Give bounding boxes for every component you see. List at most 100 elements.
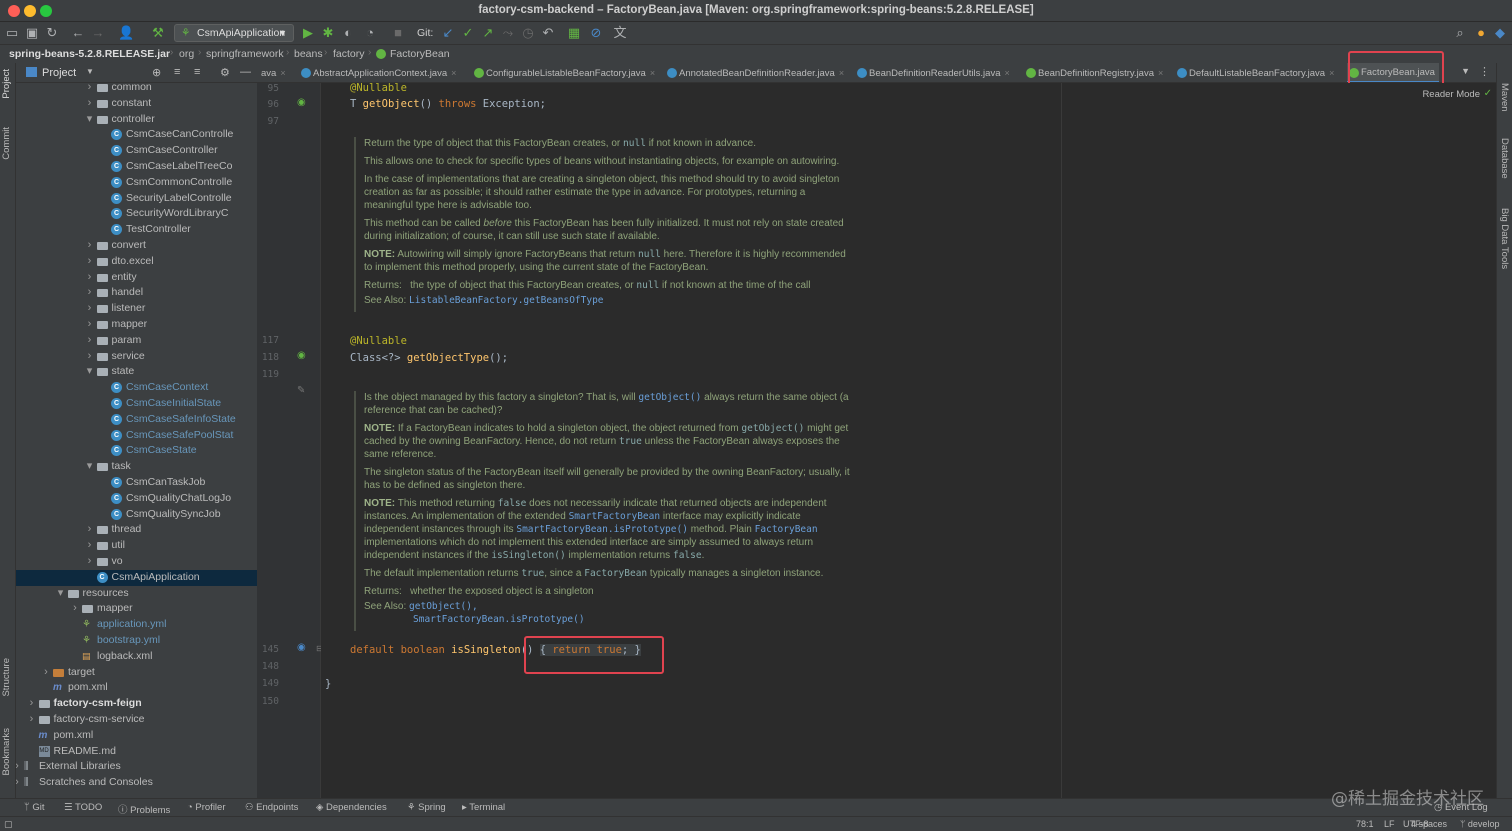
tool-tab-structure[interactable]: Structure — [1, 658, 12, 697]
tool-spring[interactable]: ⚘ Spring — [407, 802, 446, 813]
see-also-getobject-link[interactable]: getObject(), — [409, 601, 478, 612]
chevron-right-icon[interactable]: › — [85, 522, 95, 538]
getobject-link[interactable]: getObject() — [638, 392, 701, 403]
tree-item[interactable]: C CsmCaseState — [16, 443, 257, 459]
see-also-link[interactable]: ListableBeanFactory.getBeansOfType — [409, 295, 603, 306]
smartfactorybean-link[interactable]: SmartFactoryBean — [569, 511, 661, 522]
tool-dependencies[interactable]: ◈ Dependencies — [316, 802, 387, 813]
tree-item[interactable]: C CsmCommonControlle — [16, 175, 257, 191]
breadcrumb-org[interactable]: org — [179, 48, 194, 60]
chevron-right-icon[interactable]: › — [16, 759, 22, 775]
tool-profiler[interactable]: ◔ Profiler — [187, 802, 225, 813]
chevron-right-icon[interactable]: › — [41, 665, 51, 681]
tree-item[interactable]: › target — [16, 665, 257, 681]
chevron-right-icon[interactable]: › — [85, 349, 95, 365]
chevron-down-icon[interactable]: ▼ — [86, 67, 94, 76]
breadcrumb-factory[interactable]: factory — [333, 48, 365, 60]
search-icon[interactable]: ⌕ — [1452, 25, 1468, 41]
tree-item[interactable]: ▤ logback.xml — [16, 649, 257, 665]
locate-icon[interactable]: ⊕ — [152, 66, 161, 79]
coverage-report-icon[interactable]: ▦ — [566, 25, 582, 41]
tree-item[interactable]: C CsmCaseController — [16, 143, 257, 159]
tree-item[interactable]: C CsmQualityChatLogJo — [16, 491, 257, 507]
chevron-right-icon[interactable]: › — [85, 285, 95, 301]
chevron-right-icon[interactable]: › — [27, 712, 37, 728]
tree-item[interactable]: C CsmApiApplication — [16, 569, 257, 586]
git-history-icon[interactable]: ◷ — [520, 25, 536, 41]
editor-tab[interactable]: BeanDefinitionRegistry.java × — [1024, 63, 1172, 82]
breadcrumb-jar[interactable]: spring-beans-5.2.8.RELEASE.jar — [9, 48, 170, 60]
tree-item[interactable]: › dto.excel — [16, 254, 257, 270]
tree-item[interactable]: ›⫼ Scratches and Consoles — [16, 775, 257, 791]
tree-item[interactable]: › service — [16, 349, 257, 365]
git-update-icon[interactable]: ↙ — [440, 25, 456, 41]
git-rollback-icon[interactable]: ↶ — [540, 25, 556, 41]
chevron-right-icon[interactable]: › — [85, 538, 95, 554]
translate-icon[interactable]: 文 — [612, 25, 628, 41]
tree-item[interactable]: C TestController — [16, 222, 257, 238]
chevron-right-icon[interactable]: › — [85, 254, 95, 270]
close-icon[interactable]: × — [280, 68, 285, 78]
run-configuration-select[interactable]: ⚘ CsmApiApplication ▼ — [174, 24, 294, 42]
chevron-down-icon[interactable]: ▾ — [85, 459, 95, 475]
chevron-right-icon[interactable]: › — [85, 317, 95, 333]
indent-setting[interactable]: 4 spaces — [1411, 819, 1447, 829]
chevron-right-icon[interactable]: › — [85, 238, 95, 254]
close-icon[interactable]: × — [1158, 68, 1163, 78]
editor-tab[interactable]: ConfigurableListableBeanFactory.java × — [472, 63, 662, 82]
tool-tab-project[interactable]: Project — [1, 69, 12, 99]
tool-git[interactable]: ᛘ Git — [24, 802, 44, 813]
git-branch[interactable]: ᛘ develop — [1460, 819, 1499, 829]
close-icon[interactable]: × — [1005, 68, 1010, 78]
project-panel-title[interactable]: Project — [42, 67, 76, 79]
editor-tab[interactable]: BeanDefinitionReaderUtils.java × — [855, 63, 1021, 82]
tool-terminal[interactable]: ▸ Terminal — [462, 802, 505, 813]
gear-icon[interactable]: ⚙ — [220, 66, 230, 79]
tree-item[interactable]: › listener — [16, 301, 257, 317]
tree-item[interactable]: › constant — [16, 96, 257, 112]
chevron-down-icon[interactable]: ▾ — [85, 364, 95, 380]
tree-item[interactable]: C SecurityWordLibraryC — [16, 206, 257, 222]
close-icon[interactable]: × — [451, 68, 456, 78]
hide-icon[interactable]: — — [240, 66, 251, 78]
forward-icon[interactable]: → — [90, 25, 106, 41]
chevron-right-icon[interactable]: › — [85, 554, 95, 570]
chevron-down-icon[interactable]: ▼ — [1461, 66, 1470, 76]
stop-icon[interactable]: ■ — [390, 25, 406, 41]
tree-item[interactable]: › convert — [16, 238, 257, 254]
caret-position[interactable]: 78:1 — [1356, 819, 1374, 829]
tree-item[interactable]: › factory-csm-feign — [16, 696, 257, 712]
implemented-marker-icon[interactable]: ◉ — [297, 97, 306, 108]
update-icon[interactable]: ● — [1473, 25, 1489, 41]
run-icon[interactable]: ▶ — [300, 25, 316, 41]
open-folder-icon[interactable]: ▭ — [4, 25, 20, 41]
edit-doc-icon[interactable]: ✎ — [297, 385, 305, 396]
more-options-icon[interactable]: ⋮ — [1479, 65, 1490, 78]
chevron-down-icon[interactable]: ▾ — [85, 112, 95, 128]
tool-tab-database[interactable]: Database — [1499, 138, 1510, 179]
tree-item[interactable]: C CsmCaseLabelTreeCo — [16, 159, 257, 175]
coverage-icon[interactable]: ◐ — [340, 25, 356, 41]
profile-icon[interactable]: ◔ — [362, 25, 378, 41]
tree-item[interactable]: ▾ task — [16, 459, 257, 475]
tree-item[interactable]: C CsmCaseContext — [16, 380, 257, 396]
tool-tab-bookmarks[interactable]: Bookmarks — [1, 728, 12, 776]
close-icon[interactable]: × — [839, 68, 844, 78]
tree-item[interactable]: C CsmCaseSafeInfoState — [16, 412, 257, 428]
tree-item[interactable]: › util — [16, 538, 257, 554]
sync-icon[interactable]: ↻ — [44, 25, 60, 41]
line-separator[interactable]: LF — [1384, 819, 1395, 829]
overridden-marker-icon[interactable]: ◉ — [297, 642, 306, 653]
collapse-all-icon[interactable]: ≡ — [194, 66, 200, 78]
debug-icon[interactable]: ✱ — [320, 25, 336, 41]
breadcrumb-factorybean[interactable]: FactoryBean — [390, 48, 450, 60]
reader-mode-toggle[interactable]: Reader Mode — [1422, 89, 1480, 100]
tree-item[interactable]: › handel — [16, 285, 257, 301]
tool-tab-commit[interactable]: Commit — [1, 127, 12, 160]
tree-item[interactable]: ▾ controller — [16, 112, 257, 128]
git-commit-icon[interactable]: ✓ — [460, 25, 476, 41]
editor-tab[interactable]: DefaultListableBeanFactory.java × — [1175, 63, 1343, 82]
user-icon[interactable]: 👤 — [118, 25, 134, 41]
chevron-right-icon[interactable]: › — [85, 80, 95, 96]
back-icon[interactable]: ← — [70, 25, 86, 41]
